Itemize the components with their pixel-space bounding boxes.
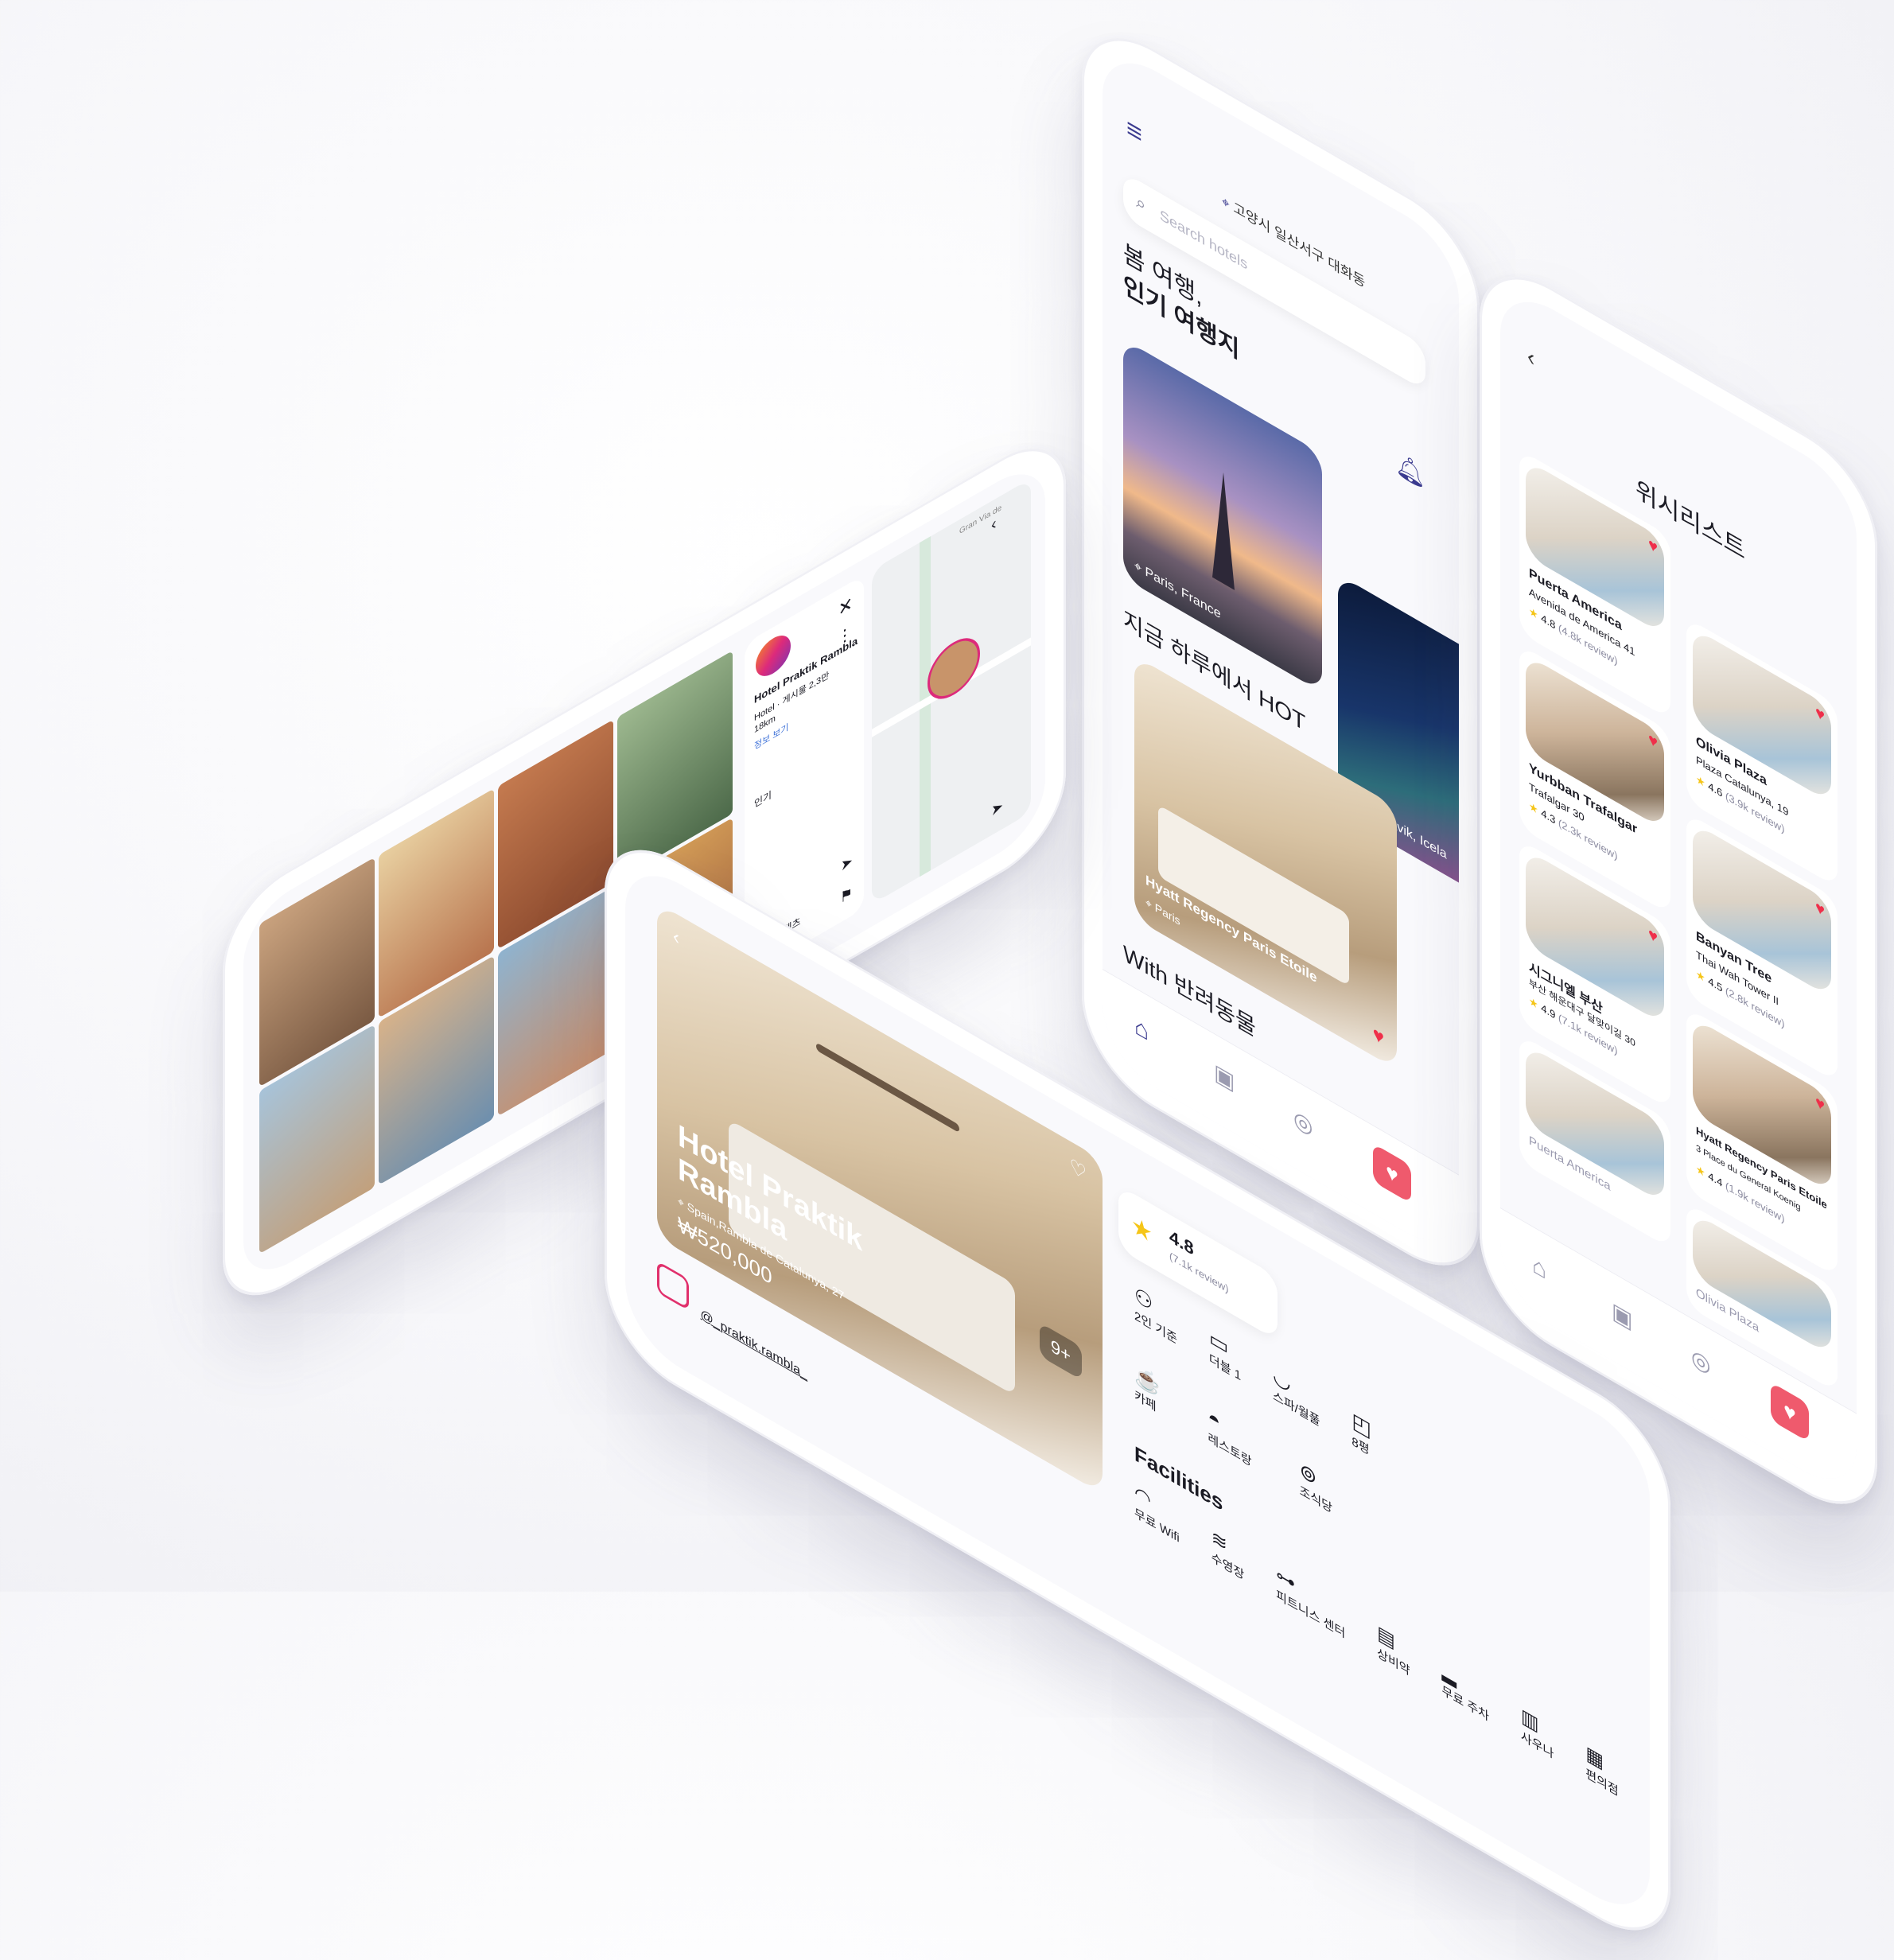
facility-item: ▂ 무료 주차 <box>1441 1659 1489 1725</box>
close-icon[interactable]: ✕ <box>838 593 853 622</box>
map-area[interactable]: Gran Via de ➤ ‹ <box>872 478 1031 904</box>
facility-item: ▦ 편의점 <box>1585 1741 1619 1799</box>
search-icon: ⌕ <box>1136 190 1146 216</box>
review-count: (7.1k review) <box>1169 1249 1229 1296</box>
photo-count-badge[interactable]: 9+ <box>1039 1322 1082 1381</box>
profile-nav-icon[interactable]: ◎ <box>1293 1104 1313 1141</box>
bookmark-icon[interactable]: ⚑ <box>840 884 853 908</box>
wishlist-screen: ‹ 위시리스트 ♥ Puerta America Avenida de Amer… <box>1500 279 1857 1502</box>
star-icon: ★ <box>1696 1162 1705 1180</box>
pin-icon: ⌖ <box>678 1193 684 1211</box>
pin-icon: ⌖ <box>1134 558 1142 577</box>
star-icon: ★ <box>1131 1210 1153 1250</box>
wishlist-grid: ♥ Puerta America Avenida de America 41 ★… <box>1519 449 1845 1393</box>
back-icon[interactable]: ‹ <box>991 514 997 535</box>
star-icon: ★ <box>1529 994 1538 1012</box>
amenity-item: ⚇ 2인 기준 <box>1134 1281 1177 1348</box>
wishlist-phone: ‹ 위시리스트 ♥ Puerta America Avenida de Amer… <box>1480 247 1877 1534</box>
hotel-hero-photo[interactable]: ‹ ♡ 9+ Hotel Praktik Rambla ⌖ Spain,Ramb… <box>657 902 1103 1495</box>
instagram-handle: @_praktik.rambla_ <box>700 1307 807 1382</box>
star-icon: ★ <box>1529 604 1538 622</box>
star-icon: ★ <box>1696 967 1705 985</box>
calendar-nav-icon[interactable]: ▣ <box>1214 1058 1235 1096</box>
back-icon[interactable]: ‹ <box>673 924 679 951</box>
pin-icon: ⌖ <box>1222 192 1230 213</box>
facility-item: ≋ 수영장 <box>1211 1526 1245 1584</box>
wishlist-nav-icon[interactable]: ♥ <box>1373 1143 1411 1204</box>
menu-icon[interactable]: ≡ <box>1126 111 1142 151</box>
share-icon[interactable]: ➤ <box>841 852 853 876</box>
profile-nav-icon[interactable]: ◎ <box>1691 1343 1710 1380</box>
back-icon[interactable]: ‹ <box>1527 343 1534 372</box>
star-icon: ★ <box>1529 799 1538 817</box>
star-icon: ★ <box>1696 772 1705 790</box>
eiffel-tower-silhouette <box>1212 465 1235 590</box>
wishlist-nav-icon[interactable]: ♥ <box>1771 1382 1809 1443</box>
tab-popular[interactable]: 인기 <box>754 788 772 811</box>
home-phone: ≡ ⌖ 고양시 일산서구 대화동 ⌕ Search hotels 봄 여행, 인… <box>1082 8 1480 1296</box>
calendar-nav-icon[interactable]: ▣ <box>1612 1297 1632 1335</box>
navigate-icon[interactable]: ➤ <box>991 797 1003 821</box>
facility-item: ▥ 사우나 <box>1520 1704 1554 1762</box>
amenity-item: ⊚ 조식당 <box>1299 1456 1332 1516</box>
pin-icon: ⌖ <box>1145 895 1152 912</box>
bell-icon[interactable]: 🔔︎ <box>1395 448 1425 493</box>
amenity-item: ◡ 스파/월풀 <box>1273 1361 1320 1429</box>
heart-outline-icon[interactable]: ♡ <box>1069 1153 1087 1186</box>
amenity-item: ◰ 8평 <box>1351 1407 1371 1458</box>
map-pin-avatar[interactable] <box>928 627 980 710</box>
search-placeholder: Search hotels <box>1160 206 1248 274</box>
amenity-item: ▭ 더블 1 <box>1208 1324 1242 1384</box>
destination-label-paris: ⌖ Paris, France <box>1134 558 1221 622</box>
home-nav-icon[interactable]: ⌂ <box>1532 1250 1546 1285</box>
heart-icon[interactable]: ♥ <box>1373 1022 1384 1051</box>
instagram-icon <box>657 1260 689 1311</box>
facility-item: ◠ 무료 Wifi <box>1134 1481 1180 1546</box>
home-nav-icon[interactable]: ⌂ <box>1134 1012 1149 1047</box>
facility-item: ⊶ 피트니스 센터 <box>1276 1563 1346 1642</box>
amenity-item: ◓ 레스토랑 <box>1208 1403 1252 1470</box>
amenity-item: ☕ 카페 <box>1134 1361 1161 1415</box>
ceiling-fan <box>816 1042 959 1134</box>
facility-item: ▤ 상비약 <box>1377 1621 1410 1679</box>
home-screen: ≡ ⌖ 고양시 일산서구 대화동 ⌕ Search hotels 봄 여행, 인… <box>1103 41 1459 1263</box>
